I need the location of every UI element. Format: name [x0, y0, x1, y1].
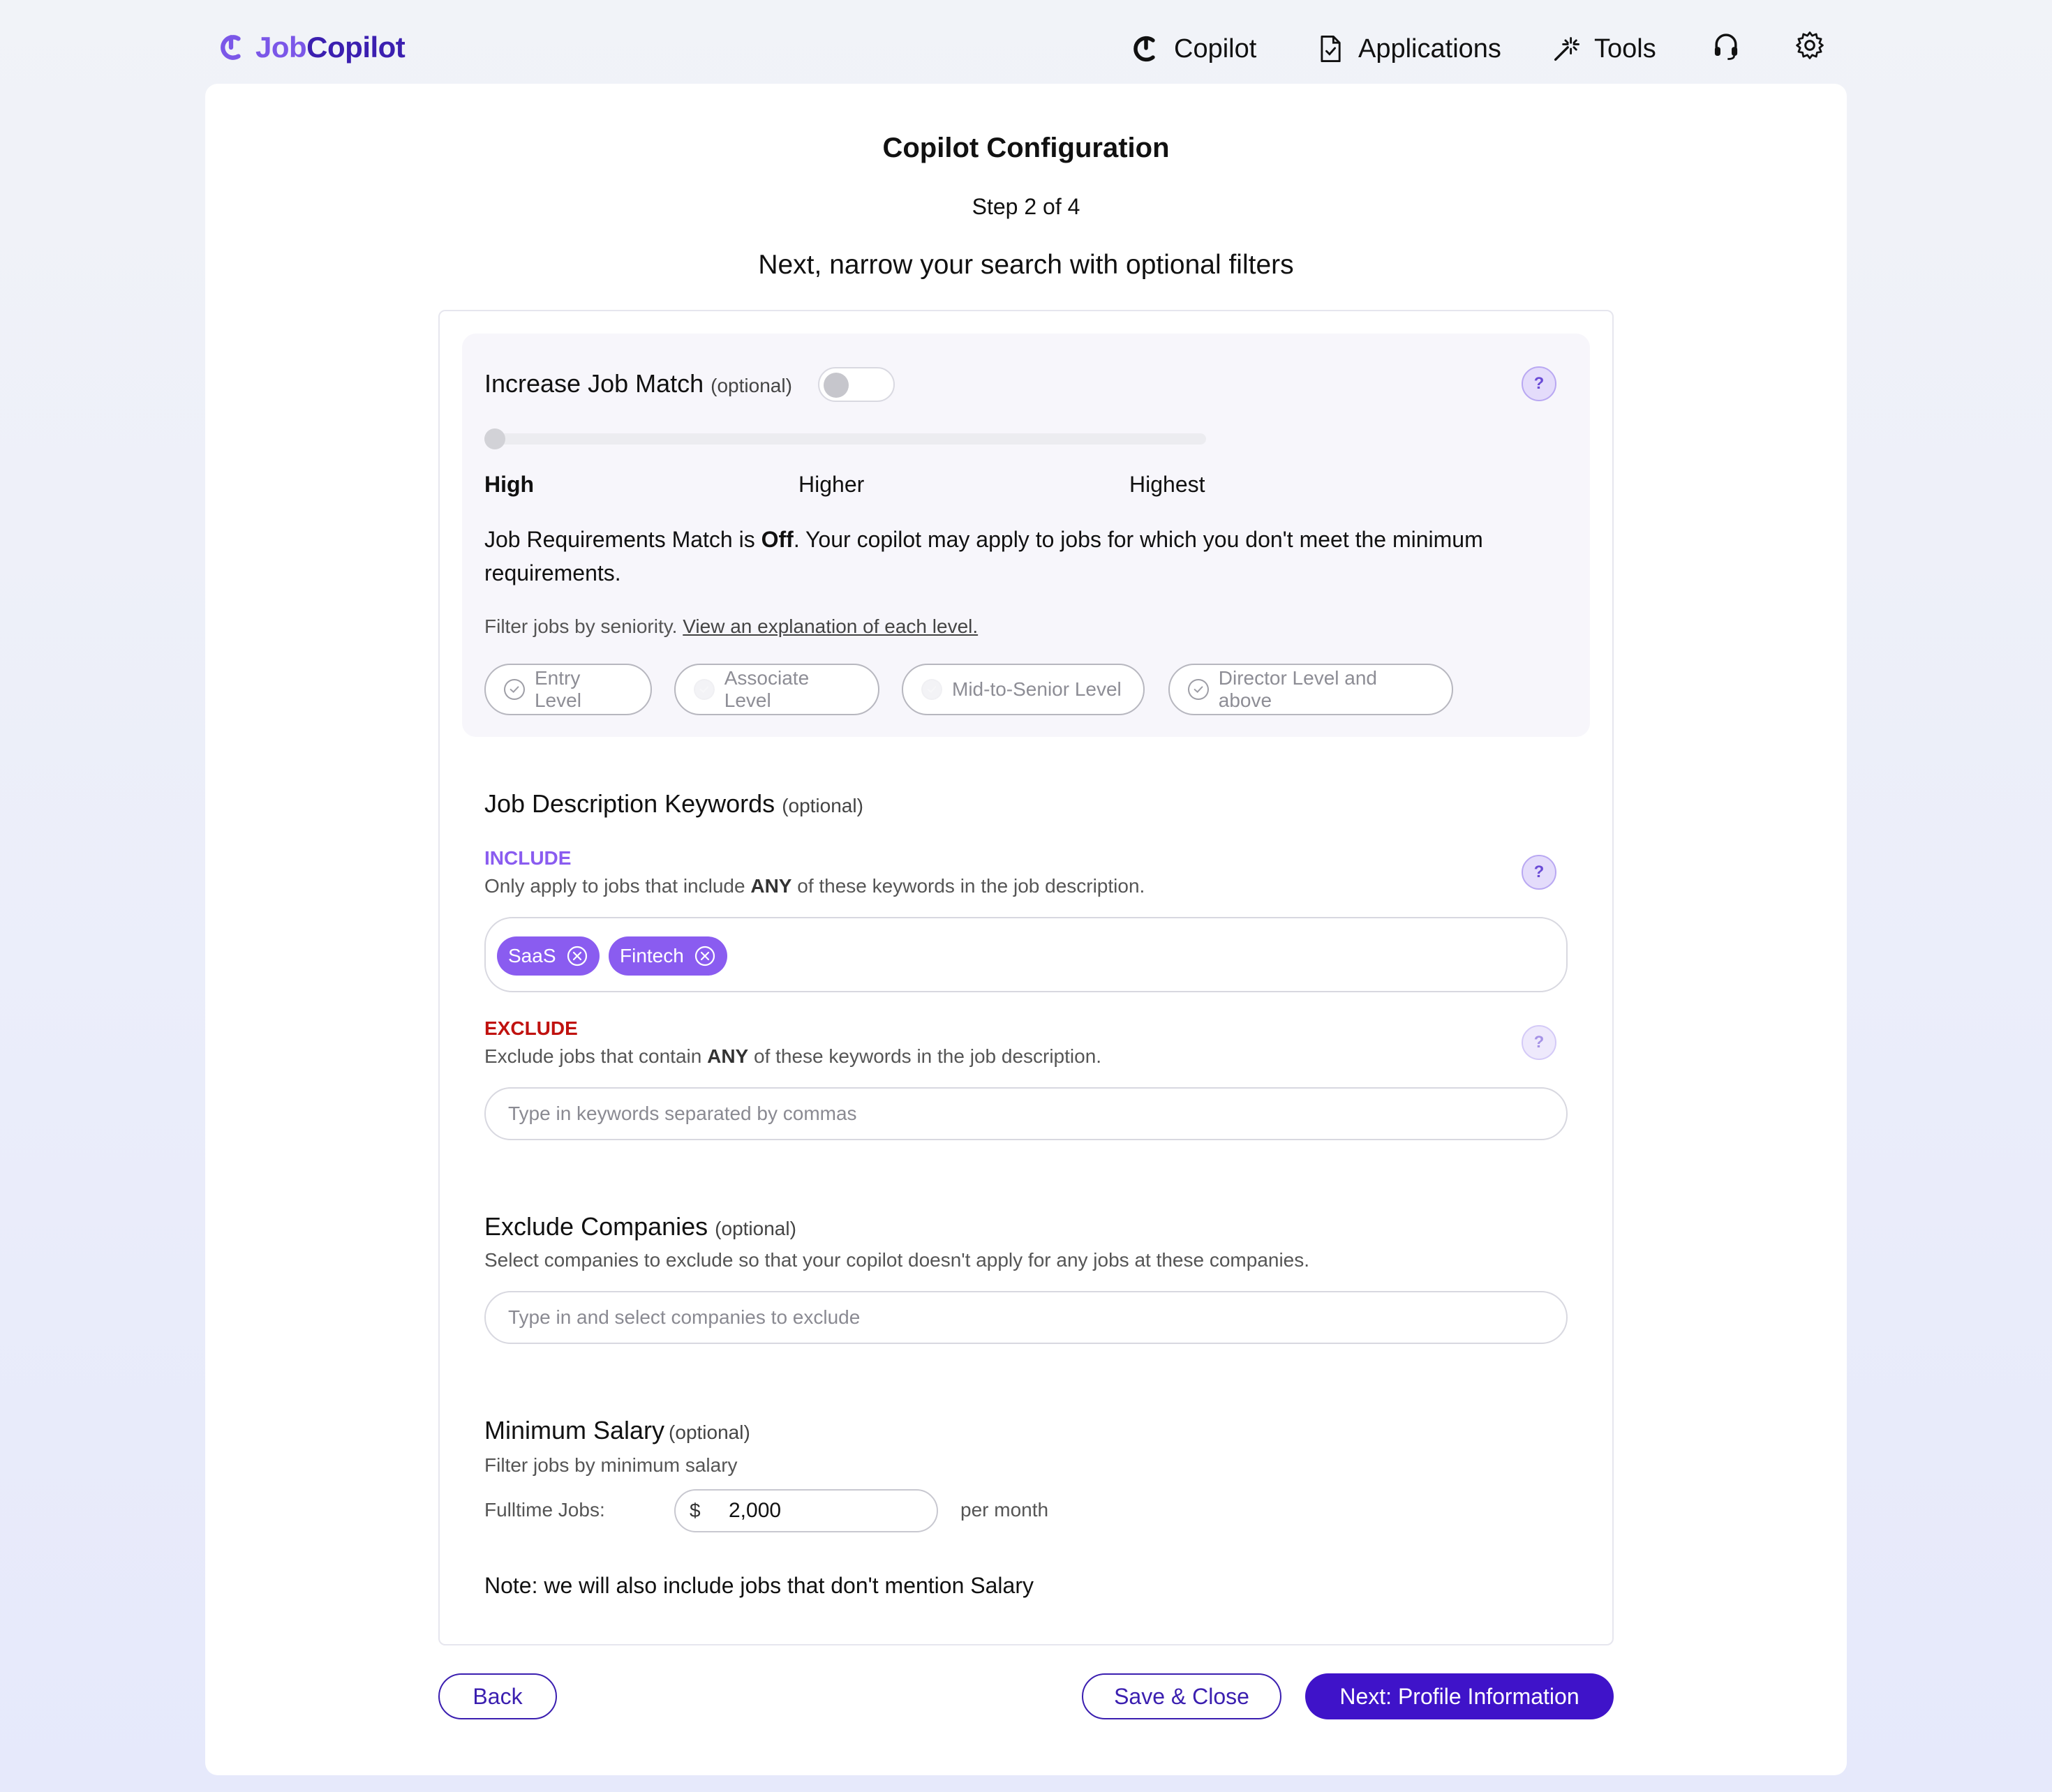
exclude-companies-title: Exclude Companies (optional) [484, 1212, 796, 1241]
salary-period-label: per month [960, 1499, 1049, 1521]
currency-symbol: $ [690, 1500, 701, 1521]
salary-note: Note: we will also include jobs that don… [484, 1573, 1034, 1598]
minimum-salary-description: Filter jobs by minimum salary [484, 1454, 738, 1476]
back-button[interactable]: Back [438, 1673, 557, 1719]
brand-logo[interactable]: JobCopilot [216, 31, 406, 64]
support-button[interactable] [1710, 29, 1742, 61]
remove-tag-icon[interactable] [694, 945, 716, 967]
requirements-match-text: Job Requirements Match is Off. Your copi… [484, 527, 1483, 585]
nav-copilot[interactable]: Copilot [1131, 32, 1256, 66]
check-circle-icon [921, 679, 942, 700]
job-match-slider-thumb[interactable] [484, 428, 505, 449]
level-higher-label: Higher [798, 472, 865, 497]
remove-tag-icon[interactable] [566, 945, 588, 967]
seniority-explanation-link[interactable]: View an explanation of each level. [683, 615, 978, 637]
fulltime-jobs-label: Fulltime Jobs: [484, 1499, 605, 1521]
include-keywords-input[interactable]: SaaS Fintech [484, 917, 1568, 992]
headset-icon [1710, 29, 1742, 61]
toggle-knob [824, 373, 849, 398]
step-indicator: Step 2 of 4 [972, 194, 1080, 219]
level-highest-label: Highest [1129, 472, 1205, 497]
next-profile-button[interactable]: Next: Profile Information [1305, 1673, 1614, 1719]
keyword-tag-saas: SaaS [497, 936, 600, 976]
exclude-companies-input[interactable] [484, 1291, 1568, 1344]
exclude-label: EXCLUDE [484, 1017, 578, 1039]
document-check-icon [1315, 33, 1346, 64]
include-label: INCLUDE [484, 847, 572, 869]
nav-applications[interactable]: Applications [1315, 32, 1501, 66]
settings-button[interactable] [1794, 29, 1826, 61]
job-match-toggle[interactable] [818, 367, 895, 402]
page-subtitle: Next, narrow your search with optional f… [758, 250, 1294, 280]
copilot-icon [1131, 33, 1161, 64]
page-title: Copilot Configuration [882, 133, 1170, 163]
save-close-button[interactable]: Save & Close [1082, 1673, 1281, 1719]
exclude-description: Exclude jobs that contain ANY of these k… [484, 1045, 1102, 1067]
level-high-label: High [484, 472, 535, 497]
nav-applications-label: Applications [1358, 34, 1501, 64]
include-description: Only apply to jobs that include ANY of t… [484, 875, 1145, 897]
keywords-title: Job Description Keywords (optional) [484, 789, 863, 818]
seniority-filter-text: Filter jobs by seniority. View an explan… [484, 615, 979, 637]
minimum-salary-title: Minimum Salary (optional) [484, 1416, 750, 1444]
seniority-entry-level[interactable]: Entry Level [484, 664, 652, 715]
check-circle-icon [1188, 679, 1209, 700]
include-help-icon[interactable]: ? [1522, 855, 1556, 890]
exclude-companies-description: Select companies to exclude so that your… [484, 1249, 1310, 1271]
nav-tools-label: Tools [1594, 34, 1656, 64]
copilot-logo-icon [216, 33, 246, 62]
exclude-keywords-input[interactable] [484, 1087, 1568, 1140]
seniority-mid-senior-level[interactable]: Mid-to-Senior Level [902, 664, 1145, 715]
seniority-director-level[interactable]: Director Level and above [1168, 664, 1453, 715]
job-match-slider-track[interactable] [484, 433, 1206, 445]
brand-name: JobCopilot [255, 31, 406, 64]
check-circle-icon [504, 679, 525, 700]
keyword-tag-fintech: Fintech [609, 936, 727, 976]
job-match-help-icon[interactable]: ? [1522, 366, 1556, 401]
nav-copilot-label: Copilot [1174, 34, 1257, 64]
magic-wand-icon [1551, 33, 1582, 64]
salary-amount: 2,000 [729, 1499, 782, 1522]
exclude-help-icon[interactable]: ? [1522, 1025, 1556, 1060]
nav-tools[interactable]: Tools [1551, 32, 1656, 66]
check-circle-icon [694, 679, 715, 700]
seniority-associate-level[interactable]: Associate Level [674, 664, 879, 715]
gear-icon [1794, 29, 1826, 61]
top-navigation: JobCopilot Copilot Applications Tools [0, 0, 2052, 84]
job-match-title: Increase Job Match (optional) [484, 369, 792, 398]
salary-input[interactable]: $ 2,000 [674, 1489, 938, 1532]
